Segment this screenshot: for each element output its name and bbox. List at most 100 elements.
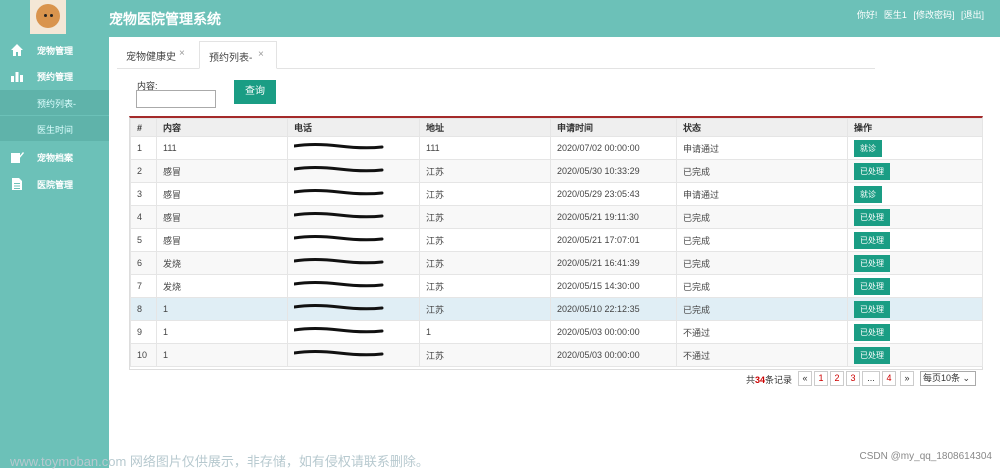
page-size-select[interactable]: 每页10条 ⌄ bbox=[920, 371, 976, 386]
phone-cell-redacted bbox=[287, 182, 420, 206]
sidebar-item-pet-management[interactable]: 宠物管理 bbox=[0, 37, 109, 63]
sidebar-item-label: 预约管理 bbox=[37, 72, 74, 82]
chevron-down-icon: ⌄ bbox=[962, 373, 971, 383]
page-button[interactable]: 1 bbox=[814, 371, 828, 386]
cell-address: 江苏 bbox=[419, 251, 551, 275]
phone-cell-redacted bbox=[287, 136, 420, 160]
cell-action: 已处理 bbox=[847, 343, 983, 367]
redaction-scribble bbox=[292, 212, 384, 219]
processed-button[interactable]: 已处理 bbox=[854, 254, 890, 272]
redaction-scribble bbox=[292, 166, 384, 173]
watermark: www.toymoban.com 网络图片仅供展示，非存储，如有侵权请联系删除。 bbox=[10, 454, 429, 469]
pager-ellipsis: ... bbox=[862, 371, 880, 386]
table-row: 1 111 111 2020/07/02 00:00:00 申请通过 就诊 bbox=[130, 136, 983, 160]
cell-address: 江苏 bbox=[419, 182, 551, 206]
cell-content: 感冒 bbox=[156, 159, 288, 183]
change-password-link[interactable]: [修改密码] bbox=[913, 10, 954, 20]
redaction-scribble bbox=[292, 143, 384, 150]
phone-cell-redacted bbox=[287, 228, 420, 252]
processed-button[interactable]: 已处理 bbox=[854, 346, 890, 364]
sidebar-item-label: 预约列表- bbox=[37, 99, 76, 109]
processed-button[interactable]: 已处理 bbox=[854, 162, 890, 180]
cell-action: 已处理 bbox=[847, 205, 983, 229]
cell-time: 2020/05/03 00:00:00 bbox=[550, 320, 677, 344]
redaction-scribble bbox=[292, 281, 384, 288]
tab-bar: 宠物健康史 × 预约列表- × bbox=[117, 41, 875, 69]
close-icon[interactable]: × bbox=[258, 49, 264, 60]
sidebar-item-label: 宠物管理 bbox=[37, 46, 74, 56]
sidebar-item-appointment-management[interactable]: 预约管理 bbox=[0, 63, 109, 89]
cell-no: 9 bbox=[130, 320, 157, 344]
cell-action: 已处理 bbox=[847, 228, 983, 252]
tab-appointment-list[interactable]: 预约列表- × bbox=[199, 41, 277, 69]
page-button[interactable]: 4 bbox=[882, 371, 896, 386]
cell-time: 2020/05/21 17:07:01 bbox=[550, 228, 677, 252]
cell-address: 江苏 bbox=[419, 274, 551, 298]
cell-no: 6 bbox=[130, 251, 157, 275]
credit-text: CSDN @my_qq_1808614304 bbox=[859, 451, 992, 462]
redaction-scribble bbox=[292, 304, 384, 311]
cell-status: 已完成 bbox=[676, 297, 848, 321]
phone-cell-redacted bbox=[287, 205, 420, 229]
column-header: # bbox=[130, 118, 157, 137]
processed-button[interactable]: 已处理 bbox=[854, 277, 890, 295]
cell-time: 2020/05/21 19:11:30 bbox=[550, 205, 677, 229]
cell-status: 不通过 bbox=[676, 320, 848, 344]
cell-address: 江苏 bbox=[419, 297, 551, 321]
first-page-button[interactable]: « bbox=[798, 371, 812, 386]
tab-label: 宠物健康史 bbox=[126, 52, 176, 63]
cell-action: 就诊 bbox=[847, 182, 983, 206]
table-row: 8 1 江苏 2020/05/10 22:12:35 已完成 已处理 bbox=[130, 297, 983, 321]
cell-action: 已处理 bbox=[847, 159, 983, 183]
treat-button[interactable]: 就诊 bbox=[854, 185, 882, 203]
cell-address: 1 bbox=[419, 320, 551, 344]
page-button[interactable]: 3 bbox=[846, 371, 860, 386]
pencil-icon bbox=[11, 152, 24, 163]
tab-pet-health-history[interactable]: 宠物健康史 × bbox=[117, 41, 197, 67]
cell-no: 4 bbox=[130, 205, 157, 229]
sidebar-subitem-doctor-time[interactable]: 医生时间 bbox=[0, 116, 109, 141]
sidebar-item-pet-records[interactable]: 宠物档案 bbox=[0, 144, 109, 170]
page-button[interactable]: 2 bbox=[830, 371, 844, 386]
query-button[interactable]: 查询 bbox=[234, 80, 276, 104]
table-row: 4 感冒 江苏 2020/05/21 19:11:30 已完成 已处理 bbox=[130, 205, 983, 229]
appointment-table: # 内容 电话 地址 申请时间 状态 操作 1 111 111 2020/07/02 … bbox=[129, 116, 983, 370]
sidebar-subitem-appointment-list[interactable]: 预约列表- bbox=[0, 90, 109, 115]
phone-cell-redacted bbox=[287, 251, 420, 275]
cell-no: 2 bbox=[130, 159, 157, 183]
logout-link[interactable]: [退出] bbox=[961, 10, 984, 20]
app-title: 宠物医院管理系统 bbox=[109, 11, 221, 27]
table-row: 2 感冒 江苏 2020/05/30 10:33:29 已完成 已处理 bbox=[130, 159, 983, 183]
cell-action: 已处理 bbox=[847, 320, 983, 344]
cell-content: 1 bbox=[156, 320, 288, 344]
column-header: 地址 bbox=[419, 118, 551, 137]
cell-action: 已处理 bbox=[847, 274, 983, 298]
cell-time: 2020/05/21 16:41:39 bbox=[550, 251, 677, 275]
processed-button[interactable]: 已处理 bbox=[854, 208, 890, 226]
cell-time: 2020/05/03 00:00:00 bbox=[550, 343, 677, 367]
phone-cell-redacted bbox=[287, 297, 420, 321]
cell-action: 已处理 bbox=[847, 251, 983, 275]
close-icon[interactable]: × bbox=[179, 48, 185, 59]
table-row: 5 感冒 江苏 2020/05/21 17:07:01 已完成 已处理 bbox=[130, 228, 983, 252]
processed-button[interactable]: 已处理 bbox=[854, 323, 890, 341]
cell-content: 感冒 bbox=[156, 228, 288, 252]
sidebar-item-label: 医生时间 bbox=[37, 125, 74, 135]
table-row: 6 发烧 江苏 2020/05/21 16:41:39 已完成 已处理 bbox=[130, 251, 983, 275]
treat-button[interactable]: 就诊 bbox=[854, 139, 882, 157]
search-input[interactable] bbox=[136, 90, 216, 108]
redaction-scribble bbox=[292, 258, 384, 265]
table-row: 9 1 1 2020/05/03 00:00:00 不通过 已处理 bbox=[130, 320, 983, 344]
column-header: 状态 bbox=[676, 118, 848, 137]
processed-button[interactable]: 已处理 bbox=[854, 300, 890, 318]
last-page-button[interactable]: » bbox=[900, 371, 914, 386]
sidebar-item-hospital-management[interactable]: 医院管理 bbox=[0, 171, 109, 197]
cell-content: 感冒 bbox=[156, 205, 288, 229]
phone-cell-redacted bbox=[287, 274, 420, 298]
column-header: 操作 bbox=[847, 118, 983, 137]
home-icon bbox=[11, 44, 23, 56]
phone-cell-redacted bbox=[287, 159, 420, 183]
top-header: 宠物医院管理系统 你好! 医生1 [修改密码] [退出] bbox=[0, 0, 1000, 37]
phone-cell-redacted bbox=[287, 343, 420, 367]
processed-button[interactable]: 已处理 bbox=[854, 231, 890, 249]
